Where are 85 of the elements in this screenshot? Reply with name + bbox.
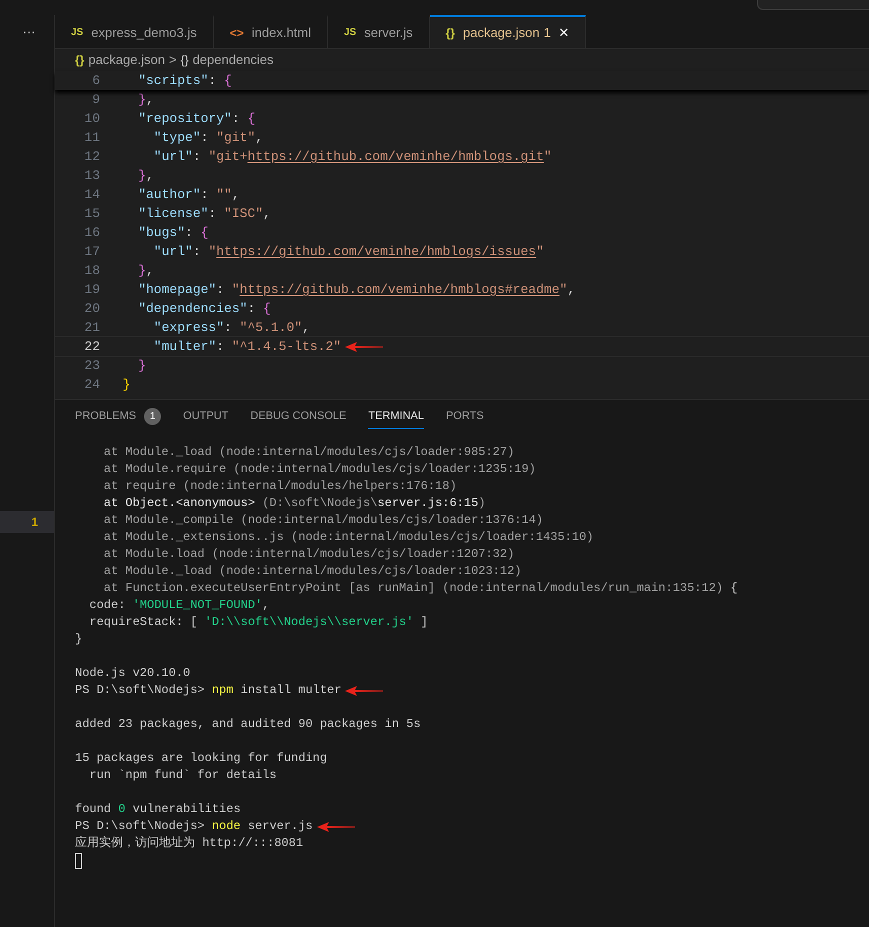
terminal-line: 应用实例，访问地址为 http://:::8081	[75, 835, 304, 852]
terminal-line: at Module._load (node:internal/modules/cjs/loader:985:27)	[102, 444, 514, 461]
line-number: 15	[83, 205, 100, 223]
line-number: 23	[83, 357, 100, 375]
code-line: "repository": {	[137, 110, 256, 128]
panel-tab[interactable]: PROBLEMS 1	[75, 405, 162, 429]
terminal-line: }	[75, 631, 82, 648]
code-line: }	[137, 357, 146, 375]
count-badge: 1	[144, 408, 162, 425]
editor-tab[interactable]: JS express_demo3.js	[55, 15, 214, 48]
terminal-line: at Module.require (node:internal/modules/cjs/loader:1235:19)	[102, 461, 536, 478]
line-number: 20	[83, 300, 100, 318]
tab-label: package.json	[462, 24, 540, 42]
error-count: 1	[544, 24, 551, 42]
code-line: "bugs": {	[137, 224, 208, 242]
terminal-line: Node.js v20.10.0	[75, 665, 190, 682]
editor-tab[interactable]: <> index.html	[214, 15, 328, 48]
terminal-cursor	[75, 852, 82, 868]
breadcrumb-item[interactable]: package.json	[88, 50, 165, 70]
arrow-icon	[345, 342, 384, 352]
code-line: "homepage": "https://github.com/veminhe/hmblogs#readme",	[137, 281, 576, 299]
close-icon[interactable]: ×	[558, 24, 569, 41]
terminal-line: at Module._load (node:internal/modules/cjs/loader:1023:12)	[102, 563, 522, 580]
terminal-line: 15 packages are looking for funding	[75, 750, 328, 767]
code-line: "url": "git+https://github.com/veminhe/hmblogs.git"	[152, 148, 552, 166]
terminal-line: at Module.load (node:internal/modules/cjs/loader:1207:32)	[102, 546, 514, 563]
code-line: }	[122, 376, 130, 394]
terminal-line: found 0 vulnerabilities	[75, 801, 241, 818]
problem-row[interactable]: 1	[0, 511, 54, 533]
code-line: "author": "",	[137, 186, 240, 204]
code-line: "type": "git",	[152, 129, 264, 147]
js-file-icon: JS	[344, 25, 356, 40]
line-number: 10	[83, 110, 100, 128]
line-number: 13	[83, 167, 100, 185]
tab-label: server.js	[364, 24, 413, 42]
terminal-line: PS D:\soft\Nodejs> node server.js	[75, 818, 313, 835]
line-number: 24	[83, 376, 100, 394]
line-number: 19	[83, 281, 100, 299]
line-number: 6	[91, 72, 100, 90]
chevron-icon: >	[168, 50, 177, 70]
line-number: 22	[83, 338, 100, 356]
terminal-line: at Module._extensions..js (node:internal/modules/cjs/loader:1435:10)	[102, 529, 594, 546]
terminal-line: at Module._compile (node:internal/modules/cjs/loader:1376:14)	[102, 512, 544, 529]
editor-tab[interactable]: {} package.json 1 ×	[430, 15, 586, 48]
panel-tab[interactable]: OUTPUT	[183, 405, 228, 429]
tab-label: index.html	[252, 24, 311, 42]
terminal-line: PS D:\soft\Nodejs> npm install multer	[75, 682, 342, 699]
terminal-line: added 23 packages, and audited 90 packages in 5s	[75, 716, 421, 733]
line-number: 17	[83, 243, 100, 261]
line-number: 14	[83, 186, 100, 204]
json-file-icon: {}	[446, 24, 455, 42]
terminal-line: requireStack: [ 'D:\\soft\\Nodejs\\server.js' ]	[88, 614, 428, 631]
arrow-icon	[316, 822, 355, 832]
code-line: "license": "ISC",	[137, 205, 271, 223]
code-line: },	[137, 91, 154, 109]
breadcrumb-item[interactable]: dependencies	[192, 50, 274, 70]
line-number: 18	[83, 262, 100, 280]
line-number: 12	[83, 148, 100, 166]
json-icon: {}	[75, 51, 84, 69]
terminal-line: code: 'MODULE_NOT_FOUND',	[88, 597, 270, 614]
line-number: 9	[91, 91, 100, 109]
more-actions-button[interactable]: ···	[18, 22, 36, 42]
code-line: "scripts": {	[137, 72, 232, 90]
code-line: "multer": "^1.4.5-lts.2"	[152, 338, 342, 356]
js-file-icon: JS	[71, 25, 84, 40]
terminal-line: run `npm fund` for details	[88, 767, 277, 784]
json-icon: {}	[180, 51, 189, 69]
panel-tab[interactable]: PORTS	[446, 405, 484, 429]
code-line: },	[137, 167, 154, 185]
terminal-line: at Object.<anonymous> (D:\soft\Nodejs\server.js:6:15)	[102, 495, 486, 512]
code-line: },	[137, 262, 154, 280]
code-line: "dependencies": {	[137, 300, 271, 318]
code-line: "url": "https://github.com/veminhe/hmblogs/issues"	[152, 243, 544, 261]
code-line: "express": "^5.1.0",	[152, 319, 310, 337]
line-number: 11	[83, 129, 100, 147]
terminal-line: at Function.executeUserEntryPoint [as runMain] (node:internal/modules/run_main:135:12) {	[102, 580, 738, 597]
arrow-icon	[345, 686, 384, 696]
line-number: 16	[83, 224, 100, 242]
search-box[interactable]	[757, 0, 869, 10]
terminal-line: at require (node:internal/modules/helpers:176:18)	[102, 478, 457, 495]
panel-tab[interactable]: TERMINAL	[368, 405, 424, 429]
tab-label: express_demo3.js	[91, 24, 197, 42]
panel-tab[interactable]: DEBUG CONSOLE	[250, 405, 346, 429]
html-file-icon: <>	[230, 24, 244, 42]
line-number: 21	[83, 319, 100, 337]
